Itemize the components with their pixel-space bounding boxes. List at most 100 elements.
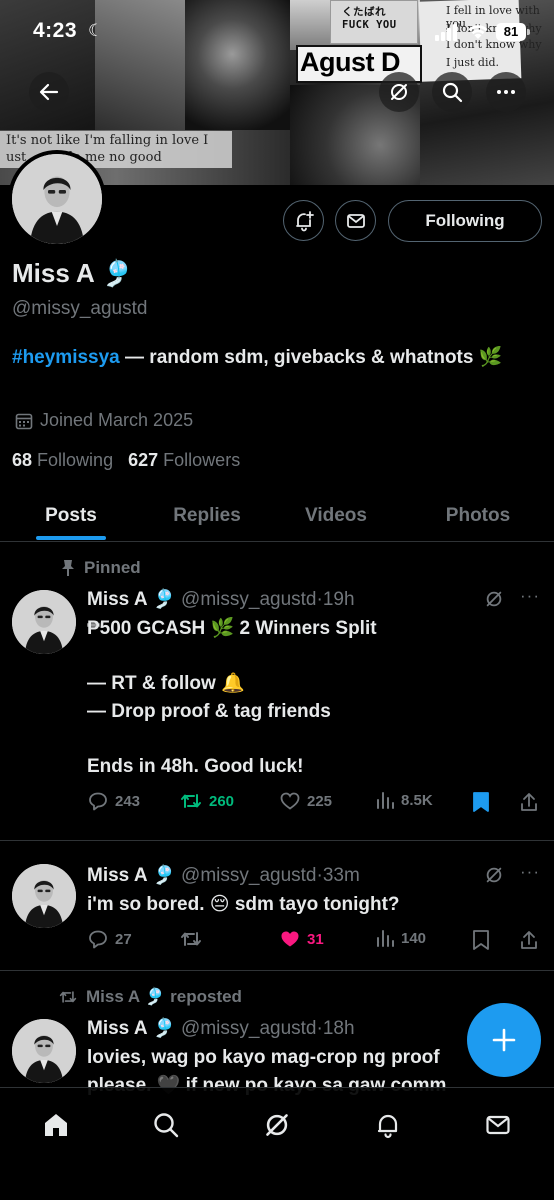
notifications-icon [377, 1114, 398, 1139]
moon-icon: ☾ [88, 21, 104, 40]
back-button[interactable] [29, 72, 69, 112]
joined-date: Joined March 2025 [14, 410, 193, 431]
nav-search[interactable] [146, 1110, 186, 1140]
grok-button[interactable] [379, 72, 419, 112]
post-author-name[interactable]: Miss A 🎐 [87, 865, 176, 886]
home-icon [45, 1114, 67, 1136]
banner-quote-line: It's not like I'm falling in love I [6, 133, 209, 148]
joined-text: Joined March 2025 [40, 410, 194, 430]
pin-icon [62, 560, 74, 576]
status-bar: 4:23 ☾ 81 [0, 0, 554, 66]
views-count: 140 [401, 929, 427, 947]
grok-icon [391, 84, 407, 100]
nav-home[interactable] [36, 1110, 76, 1140]
bio-hashtag-link[interactable]: #heymissya [12, 347, 120, 368]
post-author-handle[interactable]: @missy_agustd [181, 589, 316, 610]
nav-notifications[interactable] [368, 1110, 408, 1140]
following-stat[interactable]: 68 Following [12, 450, 113, 470]
battery-indicator: 81 [496, 23, 526, 41]
views-button[interactable]: 140 [375, 928, 426, 948]
heart-icon [280, 792, 300, 810]
grok-icon[interactable] [484, 865, 504, 885]
repost-count: 260 [209, 792, 235, 810]
post-text: i'm so bored. 😔 sdm tayo tonight? [87, 894, 400, 915]
nav-grok[interactable] [257, 1110, 297, 1140]
more-options-button[interactable] [486, 72, 526, 112]
tab-photos[interactable]: Photos [423, 490, 533, 542]
bio-text: — random sdm, givebacks & whatnots 🌿 [119, 347, 503, 368]
compose-post-button[interactable] [467, 1003, 541, 1077]
post-time[interactable]: 18h [323, 1018, 355, 1039]
repost-label[interactable]: Miss A 🎐 reposted [86, 987, 242, 1007]
avatar-portrait [12, 864, 76, 928]
post-header: Miss A 🎐 @missy_agustd·19h [87, 589, 355, 610]
profile-avatar[interactable] [8, 150, 106, 248]
post-time[interactable]: 19h [323, 589, 355, 610]
bell-plus-icon [295, 210, 314, 231]
tab-posts[interactable]: Posts [16, 490, 126, 542]
search-button[interactable] [432, 72, 472, 112]
post-time[interactable]: 33m [323, 865, 360, 886]
like-button[interactable]: 225 [279, 790, 332, 812]
repost-icon [181, 932, 201, 946]
post-author-handle[interactable]: @missy_agustd [181, 865, 316, 886]
search-icon [154, 1113, 179, 1138]
wifi-icon [468, 25, 488, 39]
reply-button[interactable]: 27 [87, 928, 132, 950]
views-icon [377, 930, 394, 947]
views-icon [377, 792, 394, 809]
followers-stat[interactable]: 627 Followers [128, 450, 240, 470]
nav-messages[interactable] [478, 1110, 518, 1140]
share-icon[interactable] [518, 791, 540, 813]
share-icon[interactable] [518, 929, 540, 951]
following-button[interactable]: Following [388, 200, 542, 242]
back-arrow-icon [39, 83, 59, 101]
repost-icon [59, 991, 77, 1003]
search-icon [442, 82, 463, 103]
repost-button[interactable]: 260 [179, 790, 234, 812]
post-header: Miss A 🎐 @missy_agustd·33m [87, 865, 360, 886]
followers-count: 627 [128, 450, 159, 470]
reply-icon [89, 930, 107, 949]
post-more-button[interactable]: ··· [520, 586, 540, 606]
repost-button[interactable] [179, 928, 209, 950]
divider [0, 840, 554, 841]
tab-videos[interactable]: Videos [281, 490, 391, 542]
envelope-icon [346, 213, 365, 228]
subscribe-notifications-button[interactable] [283, 200, 324, 241]
profile-tabs: Posts Replies Videos Photos [0, 490, 554, 542]
profile-handle: @missy_agustd [12, 298, 148, 319]
post-avatar[interactable] [12, 590, 76, 654]
battery-tip [527, 29, 530, 35]
tab-replies[interactable]: Replies [152, 490, 262, 542]
views-count: 8.5K [401, 791, 433, 809]
status-time: 4:23 [33, 19, 78, 42]
views-button[interactable]: 8.5K [375, 790, 433, 810]
grok-icon[interactable] [484, 589, 504, 609]
post-text: ₱500 GCASH 🌿 2 Winners Split — RT & foll… [87, 618, 377, 777]
grok-icon [266, 1114, 288, 1136]
like-count: 225 [307, 792, 333, 810]
cellular-signal-icon [435, 24, 459, 41]
avatar-portrait [12, 1019, 76, 1083]
avatar-portrait [12, 154, 102, 244]
like-button[interactable]: 31 [279, 928, 324, 950]
profile-name: Miss A 🎐 [12, 258, 134, 288]
reply-button[interactable]: 243 [87, 790, 140, 812]
bookmark-icon[interactable] [472, 791, 490, 813]
bookmark-icon[interactable] [472, 929, 490, 951]
post-author-handle[interactable]: @missy_agustd [181, 1018, 316, 1039]
bottom-navigation [0, 1087, 554, 1200]
message-button[interactable] [335, 200, 376, 241]
post-avatar[interactable] [12, 1019, 76, 1083]
post-actions: 243 260 225 8.5K [87, 790, 542, 816]
following-count: 68 [12, 450, 33, 470]
post-header: Miss A 🎐 @missy_agustd·18h [87, 1018, 355, 1039]
plus-icon [492, 1028, 516, 1052]
post-author-name[interactable]: Miss A 🎐 [87, 589, 176, 610]
post-avatar[interactable] [12, 864, 76, 928]
post-more-button[interactable]: ··· [520, 862, 540, 882]
messages-icon [486, 1115, 510, 1135]
more-icon [497, 90, 515, 94]
post-author-name[interactable]: Miss A 🎐 [87, 1018, 176, 1039]
